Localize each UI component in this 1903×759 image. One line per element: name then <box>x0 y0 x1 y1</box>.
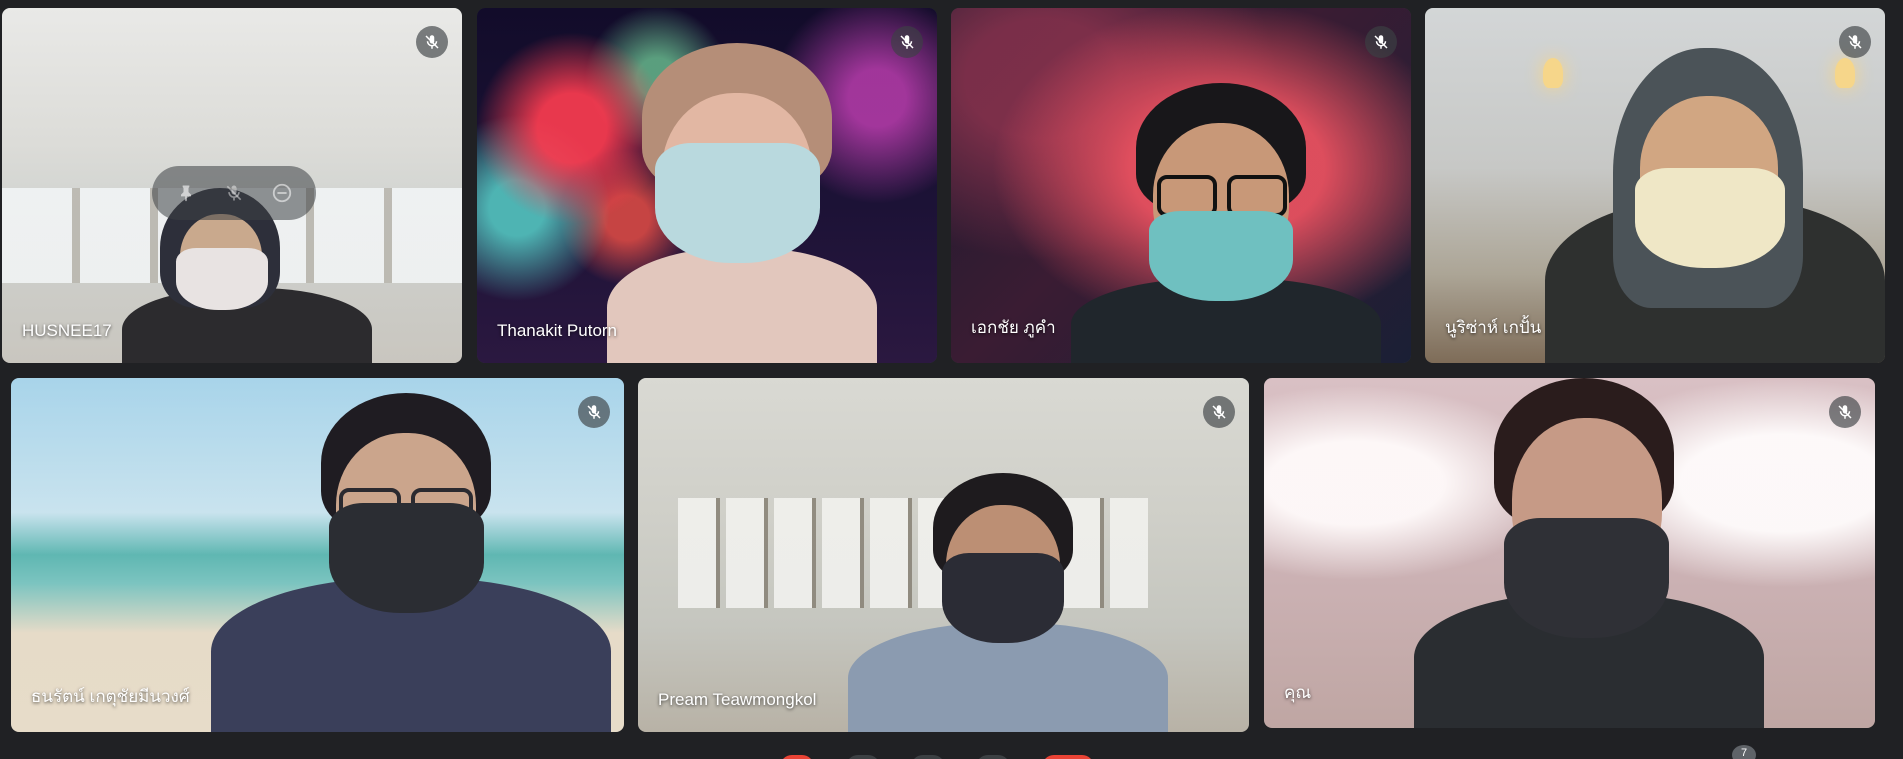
participant-tile[interactable]: Thanakit Putorn <box>477 8 937 363</box>
participant-tile[interactable]: นูริซ่าห์ เกปั้น <box>1425 8 1885 363</box>
pin-icon[interactable] <box>169 176 203 210</box>
participant-name: นูริซ่าห์ เกปั้น <box>1445 318 1542 337</box>
participant-name: Thanakit Putorn <box>497 321 618 340</box>
end-call-button[interactable] <box>1042 755 1094 759</box>
participant-tile[interactable]: HUSNEE17 <box>2 8 462 363</box>
mic-off-icon <box>416 26 448 58</box>
participant-tile[interactable]: Pream Teawmongkol <box>638 378 1249 732</box>
participant-video <box>607 38 877 363</box>
participant-video <box>1414 378 1764 728</box>
lamp <box>1543 58 1563 88</box>
participant-name: Pream Teawmongkol <box>658 690 817 709</box>
remove-icon[interactable] <box>265 176 299 210</box>
mic-off-icon <box>1203 396 1235 428</box>
participant-name: ธนรัตน์ เกตุชัยมีนวงศ์ <box>31 687 190 706</box>
participant-tile[interactable]: คุณ <box>1264 378 1875 728</box>
participant-name: คุณ <box>1284 683 1312 702</box>
mic-off-icon <box>1829 396 1861 428</box>
participant-name: HUSNEE17 <box>22 321 112 340</box>
participant-video <box>211 393 611 732</box>
mic-off-icon <box>891 26 923 58</box>
people-count-badge[interactable]: 7 <box>1732 745 1756 759</box>
mic-button[interactable] <box>780 755 814 759</box>
participant-video <box>1545 48 1885 363</box>
participant-tile[interactable]: ธนรัตน์ เกตุชัยมีนวงศ์ <box>11 378 624 732</box>
captions-button[interactable] <box>911 755 945 759</box>
participant-video <box>1071 83 1381 363</box>
mic-off-icon[interactable] <box>217 176 251 210</box>
participant-tile[interactable]: เอกชัย ภูคำ <box>951 8 1411 363</box>
mic-off-icon <box>1839 26 1871 58</box>
camera-button[interactable] <box>846 755 880 759</box>
participant-video <box>848 473 1168 732</box>
mic-off-icon <box>1365 26 1397 58</box>
mic-off-icon <box>578 396 610 428</box>
participant-name: เอกชัย ภูคำ <box>971 318 1056 337</box>
tile-hover-controls <box>152 166 316 220</box>
present-button[interactable] <box>976 755 1010 759</box>
meeting-grid: HUSNEE17 Thanakit Putorn เอกชัย ภูคำ นูร… <box>0 0 1903 759</box>
